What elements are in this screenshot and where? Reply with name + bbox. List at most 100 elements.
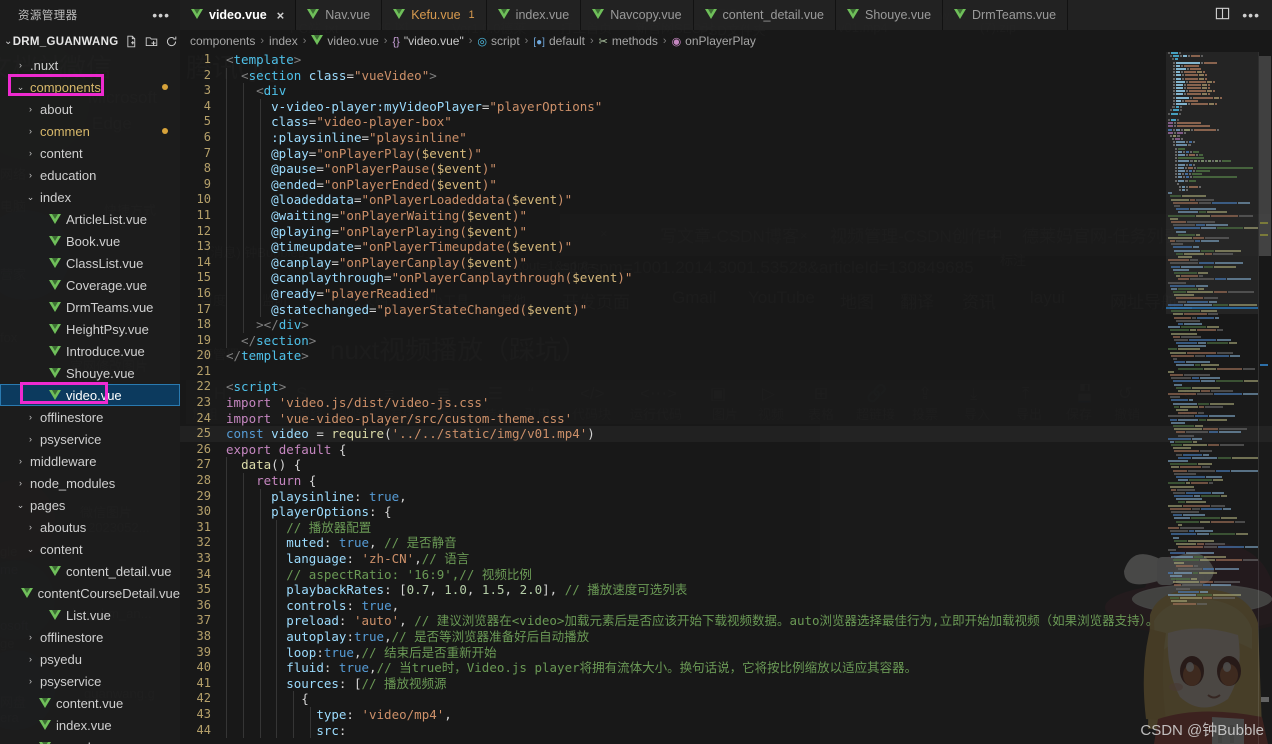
breadcrumb-item-video-vue[interactable]: video.vue <box>311 34 379 48</box>
code-line[interactable]: 8 @pause="onPlayerPause($event)" <box>180 161 1272 177</box>
chevron-right-icon[interactable]: › <box>14 54 27 76</box>
breadcrumb-item-onplayerplay[interactable]: ◉ onPlayerPlay <box>672 34 756 48</box>
tree-item-commen[interactable]: › commen <box>0 120 180 142</box>
code-line[interactable]: 36 controls: true, <box>180 597 1272 614</box>
chevron-down-icon[interactable]: ⌄ <box>14 494 27 516</box>
code-line[interactable]: 42 { <box>180 691 1272 707</box>
code-line[interactable]: 19 </section> <box>180 332 1272 349</box>
code-line[interactable]: 5 class="video-player-box" <box>180 114 1272 130</box>
tree-item-psyservice[interactable]: › psyservice <box>0 670 180 692</box>
code-line[interactable]: 39 loop:true,// 结束后是否重新开始 <box>180 644 1272 661</box>
code-line[interactable]: 27 data() { <box>180 457 1272 474</box>
breadcrumb-item-script[interactable]: ◎ script <box>477 34 519 48</box>
chevron-right-icon[interactable]: › <box>24 164 37 186</box>
chevron-right-icon[interactable]: › <box>24 142 37 164</box>
code-line[interactable]: 37 preload: 'auto', // 建议浏览器在<video>加载元素… <box>180 613 1272 629</box>
chevron-right-icon[interactable]: › <box>24 516 37 538</box>
editor-vertical-scrollbar[interactable] <box>1258 52 1272 744</box>
chevron-right-icon[interactable]: › <box>24 670 37 692</box>
breadcrumb-item--video-vue-[interactable]: {} "video.vue" <box>392 34 463 48</box>
tree-item-psyedu[interactable]: › psyedu <box>0 648 180 670</box>
code-line[interactable]: 14 @canplay="onPlayerCanplay($event)" <box>180 254 1272 271</box>
code-line[interactable]: 23 import 'video.js/dist/video-js.css' <box>180 395 1272 411</box>
refresh-icon[interactable] <box>165 35 178 48</box>
tree-item-contentcoursedetail-vue[interactable]: contentCourseDetail.vue <box>0 582 180 604</box>
tree-item-content[interactable]: › content <box>0 142 180 164</box>
code-line[interactable]: 24 import 'vue-video-player/src/custom-th… <box>180 411 1272 427</box>
tree-item-classlist-vue[interactable]: ClassList.vue <box>0 252 180 274</box>
chevron-right-icon[interactable]: › <box>24 120 37 142</box>
chevron-right-icon[interactable]: › <box>24 648 37 670</box>
code-line[interactable]: 2 <section class="vueVideo"> <box>180 67 1272 84</box>
code-line[interactable]: 35 playbackRates: [0.7, 1.0, 1.5, 2.0], … <box>180 582 1272 598</box>
tree-item-heightpsy-vue[interactable]: HeightPsy.vue <box>0 318 180 340</box>
code-line[interactable]: 21 <box>180 364 1272 380</box>
code-line[interactable]: 22 <script> <box>180 379 1272 395</box>
tree-item-aboutus[interactable]: › aboutus <box>0 516 180 538</box>
close-icon[interactable]: × <box>277 8 285 23</box>
new-file-icon[interactable] <box>125 35 138 48</box>
breadcrumb-item-default[interactable]: [●] default <box>533 34 585 48</box>
chevron-right-icon[interactable]: › <box>24 98 37 120</box>
tree-item-psyedu-vue[interactable]: psyedu.vue <box>0 736 180 744</box>
new-folder-icon[interactable] <box>145 35 158 48</box>
code-line[interactable]: 3 <div <box>180 83 1272 99</box>
chevron-right-icon[interactable]: › <box>24 406 37 428</box>
tree-item-index[interactable]: ⌄ index <box>0 186 180 208</box>
chevron-down-icon[interactable]: ⌄ <box>14 76 27 98</box>
breadcrumb-item-components[interactable]: components <box>190 34 255 48</box>
code-line[interactable]: 1 <template> <box>180 52 1272 68</box>
code-line[interactable]: 12 @playing="onPlayerPlaying($event)" <box>180 223 1272 240</box>
code-line[interactable]: 16 @ready="playerReadied" <box>180 285 1272 302</box>
tree-item-video-vue[interactable]: video.vue <box>0 384 180 406</box>
tree-item-content-vue[interactable]: content.vue <box>0 692 180 714</box>
editor-tab-kefu-vue[interactable]: Kefu.vue 1 <box>382 0 487 30</box>
editor-tab-nav-vue[interactable]: Nav.vue <box>296 0 383 30</box>
code-line[interactable]: 11 @waiting="onPlayerWaiting($event)" <box>180 207 1272 224</box>
chevron-right-icon[interactable]: › <box>24 626 37 648</box>
tree-item-middleware[interactable]: › middleware <box>0 450 180 472</box>
project-root-row[interactable]: ⌄ DRM_GUANWANG <box>0 30 180 53</box>
tree-item-articlelist-vue[interactable]: ArticleList.vue <box>0 208 180 230</box>
tree-item-drmteams-vue[interactable]: DrmTeams.vue <box>0 296 180 318</box>
code-line[interactable]: 28 return { <box>180 473 1272 489</box>
code-line[interactable]: 10 @loadeddata="onPlayerLoadeddata($even… <box>180 192 1272 208</box>
code-line[interactable]: 25 const video = require('../../static/im… <box>180 426 1272 442</box>
code-line[interactable]: 20 </template> <box>180 348 1272 364</box>
tree-item-content[interactable]: ⌄ content <box>0 538 180 560</box>
code-editor[interactable]: 1 <template> 2 <section class="vueVideo"> 3… <box>180 52 1272 744</box>
tree-item-node-modules[interactable]: › node_modules <box>0 472 180 494</box>
tree-item-pages[interactable]: ⌄ pages <box>0 494 180 516</box>
code-line[interactable]: 38 autoplay:true,// 是否等浏览器准备好后自动播放 <box>180 628 1272 645</box>
code-line[interactable]: 31 // 播放器配置 <box>180 519 1272 536</box>
tree-item-shouye-vue[interactable]: Shouye.vue <box>0 362 180 384</box>
editor-tab-drmteams-vue[interactable]: DrmTeams.vue <box>943 0 1069 30</box>
tree-item-book-vue[interactable]: Book.vue <box>0 230 180 252</box>
tree-item-content-detail-vue[interactable]: content_detail.vue <box>0 560 180 582</box>
chevron-right-icon[interactable]: › <box>14 450 27 472</box>
code-line[interactable]: 17 @statechanged="playerStateChanged($ev… <box>180 301 1272 318</box>
code-line[interactable]: 32 muted: true, // 是否静音 <box>180 535 1272 551</box>
code-line[interactable]: 34 // aspectRatio: '16:9',// 视频比例 <box>180 566 1272 583</box>
code-line[interactable]: 33 language: 'zh-CN',// 语言 <box>180 551 1272 567</box>
editor-tab-shouye-vue[interactable]: Shouye.vue <box>836 0 944 30</box>
code-line[interactable]: 18 ></div> <box>180 317 1272 333</box>
more-actions-icon[interactable]: ••• <box>1242 7 1260 23</box>
chevron-right-icon[interactable]: › <box>24 428 37 450</box>
code-line[interactable]: 26 export default { <box>180 442 1272 458</box>
breadcrumb-item-index[interactable]: index <box>269 34 298 48</box>
code-line[interactable]: 4 v-video-player:myVideoPlayer="playerOp… <box>180 98 1272 115</box>
editor-tab-content-detail-vue[interactable]: content_detail.vue <box>694 0 836 30</box>
editor-tab-index-vue[interactable]: index.vue <box>487 0 582 30</box>
code-line[interactable]: 29 playsinline: true, <box>180 488 1272 505</box>
code-line[interactable]: 43 type: 'video/mp4', <box>180 706 1272 723</box>
editor-tab-navcopy-vue[interactable]: Navcopy.vue <box>581 0 694 30</box>
chevron-down-icon[interactable]: ⌄ <box>4 36 13 47</box>
code-line[interactable]: 41 sources: [// 播放视频源 <box>180 675 1272 692</box>
chevron-down-icon[interactable]: ⌄ <box>24 538 37 560</box>
tree-item-psyservice[interactable]: › psyservice <box>0 428 180 450</box>
split-editor-icon[interactable] <box>1215 6 1230 24</box>
code-line[interactable]: 13 @timeupdate="onPlayerTimeupdate($even… <box>180 239 1272 255</box>
tree-item-introduce-vue[interactable]: Introduce.vue <box>0 340 180 362</box>
editor-tab-video-vue[interactable]: video.vue × <box>180 0 297 30</box>
